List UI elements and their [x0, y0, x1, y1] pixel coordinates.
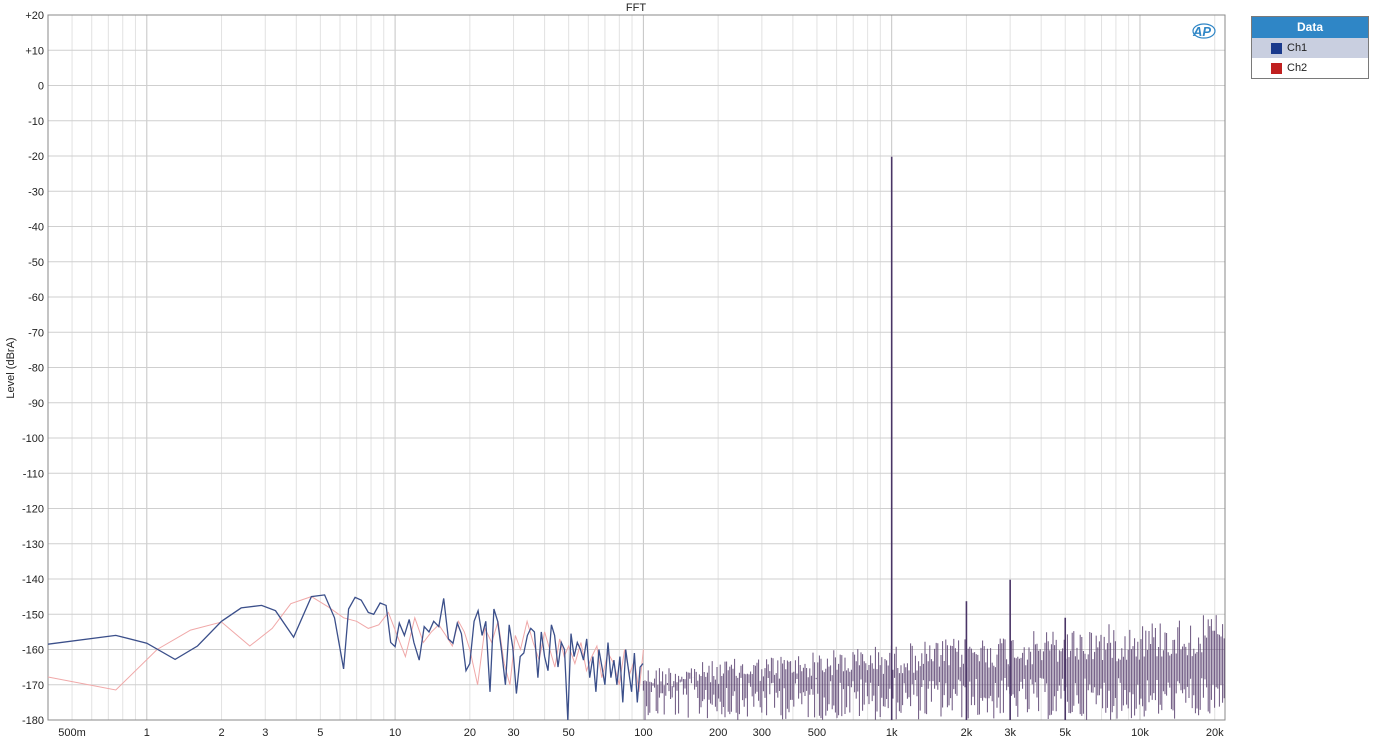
- x-tick-label: 5: [317, 727, 323, 739]
- chart-title: FFT: [626, 2, 646, 14]
- legend-label-ch1: Ch1: [1287, 42, 1308, 54]
- y-tick-label: +20: [25, 10, 44, 22]
- y-tick-label: -140: [22, 574, 44, 586]
- x-tick-label: 1k: [886, 727, 898, 739]
- x-tick-label: 20: [464, 727, 476, 739]
- x-tick-label: 3k: [1004, 727, 1016, 739]
- y-tick-label: -130: [22, 539, 44, 551]
- y-tick-label: -150: [22, 609, 44, 621]
- legend-label-ch2: Ch2: [1287, 62, 1308, 74]
- x-tick-label: 500m: [58, 727, 86, 739]
- y-tick-label: -60: [28, 292, 44, 304]
- x-tick-label: 50: [563, 727, 575, 739]
- x-tick-label: 10: [389, 727, 401, 739]
- y-tick-label: -80: [28, 363, 44, 375]
- noise-floor: [642, 615, 1225, 720]
- y-tick-label: -90: [28, 398, 44, 410]
- legend-title: Data: [1252, 17, 1368, 38]
- y-tick-label: 0: [38, 81, 44, 93]
- y-tick-label: -50: [28, 257, 44, 269]
- x-tick-label: 300: [753, 727, 771, 739]
- ap-logo-text: AP: [1192, 24, 1211, 39]
- ap-logo: AP: [1192, 23, 1216, 39]
- x-tick-label: 200: [709, 727, 727, 739]
- x-tick-label: 2: [218, 727, 224, 739]
- x-tick-label: 500: [808, 727, 826, 739]
- y-tick-label: -180: [22, 715, 44, 727]
- legend-item-ch1[interactable]: Ch1: [1252, 38, 1368, 58]
- y-tick-label: -170: [22, 680, 44, 692]
- y-tick-label: -120: [22, 504, 44, 516]
- fft-chart: +20 +10 0 -10 -20 -30 -40 -50 -60 -70 -80 -90 -100 -1…: [5, 2, 1226, 739]
- series-ch1-line: [47, 594, 644, 721]
- x-tick-label: 5k: [1059, 727, 1071, 739]
- x-tick-label: 20k: [1206, 727, 1224, 739]
- y-tick-label: -70: [28, 327, 44, 339]
- x-tick-label: 2k: [961, 727, 973, 739]
- tick-labels: +20 +10 0 -10 -20 -30 -40 -50 -60 -70 -80 -90 -100 -1…: [22, 10, 1224, 739]
- y-tick-label: +10: [25, 45, 44, 57]
- y-tick-label: -110: [23, 468, 44, 480]
- legend-panel: Data Ch1 Ch2: [1251, 16, 1369, 79]
- x-tick-label: 10k: [1131, 727, 1149, 739]
- y-tick-label: -160: [22, 645, 44, 657]
- x-tick-label: 30: [507, 727, 519, 739]
- x-tick-label: 1: [144, 727, 150, 739]
- y-tick-label: -20: [28, 151, 44, 163]
- y-axis-label: Level (dBrA): [5, 337, 17, 398]
- x-tick-label: 3: [262, 727, 268, 739]
- x-tick-label: 100: [634, 727, 652, 739]
- legend-swatch-ch1: [1271, 42, 1282, 54]
- y-tick-label: -100: [22, 433, 44, 445]
- y-tick-label: -30: [28, 186, 44, 198]
- y-tick-label: -10: [28, 116, 44, 128]
- legend-swatch-ch2: [1271, 62, 1282, 74]
- legend-item-ch2[interactable]: Ch2: [1252, 58, 1368, 78]
- grid-lines: [47, 14, 1225, 721]
- y-tick-label: -40: [28, 222, 44, 234]
